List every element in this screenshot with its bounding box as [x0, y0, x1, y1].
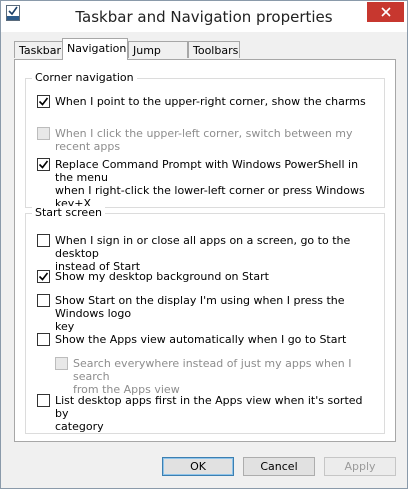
- checkbox-switch-recent-apps: [37, 127, 50, 140]
- tab-navigation[interactable]: Navigation: [62, 38, 128, 60]
- checkbox-search-everywhere: [55, 357, 68, 370]
- option-label: Show my desktop background on Start: [55, 270, 269, 283]
- option-label: When I point to the upper-right corner, …: [55, 95, 366, 108]
- checkbox-show-charms[interactable]: [37, 95, 50, 108]
- checkbox-desktop-background[interactable]: [37, 270, 50, 283]
- window-title: Taskbar and Navigation properties: [75, 8, 333, 26]
- corner-navigation-group: Corner navigation When I point to the up…: [25, 71, 385, 210]
- close-button[interactable]: [367, 2, 404, 22]
- start-screen-title: Start screen: [32, 206, 105, 219]
- option-label-line: Replace Command Prompt with Windows Powe…: [55, 158, 359, 184]
- checkbox-desktop-apps-first[interactable]: [37, 394, 50, 407]
- option-label-line: When I sign in or close all apps on a sc…: [55, 234, 351, 260]
- option-label-line: key: [55, 320, 75, 333]
- option-label: When I click the upper-left corner, swit…: [55, 127, 353, 153]
- tab-toolbars[interactable]: Toolbars: [188, 41, 240, 58]
- option-show-charms[interactable]: When I point to the upper-right corner, …: [37, 95, 377, 109]
- option-start-on-display[interactable]: Show Start on the display I'm using when…: [37, 294, 377, 333]
- title-bar: Taskbar and Navigation properties: [1, 1, 407, 32]
- option-label: Show the Apps view automatically when I …: [55, 333, 347, 346]
- option-label: Search everywhere instead of just my app…: [73, 357, 377, 396]
- checkbox-go-to-desktop[interactable]: [37, 234, 50, 247]
- option-search-everywhere: Search everywhere instead of just my app…: [55, 357, 377, 396]
- checkmark-icon: [38, 272, 49, 281]
- option-label-line: List desktop apps first in the Apps view…: [55, 394, 363, 420]
- option-desktop-background[interactable]: Show my desktop background on Start: [37, 270, 377, 284]
- option-label-line: Show Start on the display I'm using when…: [55, 294, 345, 320]
- option-apps-view-automatically[interactable]: Show the Apps view automatically when I …: [37, 333, 377, 347]
- option-label: List desktop apps first in the Apps view…: [55, 394, 377, 433]
- properties-window: Taskbar and Navigation properties Taskba…: [0, 0, 408, 489]
- option-go-to-desktop[interactable]: When I sign in or close all apps on a sc…: [37, 234, 377, 273]
- option-desktop-apps-first[interactable]: List desktop apps first in the Apps view…: [37, 394, 377, 433]
- navigation-tab-panel: Corner navigation When I point to the up…: [14, 59, 396, 442]
- option-label-line: category: [55, 420, 104, 433]
- option-label: When I sign in or close all apps on a sc…: [55, 234, 377, 273]
- close-icon: [380, 7, 391, 17]
- ok-button[interactable]: OK: [162, 457, 234, 476]
- option-label: Replace Command Prompt with Windows Powe…: [55, 158, 377, 210]
- checkbox-start-on-display[interactable]: [37, 294, 50, 307]
- cancel-button[interactable]: Cancel: [243, 457, 315, 476]
- option-label: Show Start on the display I'm using when…: [55, 294, 377, 333]
- option-switch-recent-apps: When I click the upper-left corner, swit…: [37, 127, 377, 153]
- checkbox-replace-with-powershell[interactable]: [37, 158, 50, 171]
- option-label-line: Search everywhere instead of just my app…: [73, 357, 352, 383]
- corner-navigation-title: Corner navigation: [32, 71, 137, 84]
- checkbox-apps-view-automatically[interactable]: [37, 333, 50, 346]
- tab-taskbar[interactable]: Taskbar: [14, 41, 63, 58]
- start-screen-group: Start screen When I sign in or close all…: [25, 206, 385, 434]
- apply-button: Apply: [324, 457, 396, 476]
- checkmark-icon: [38, 160, 49, 169]
- option-replace-with-powershell[interactable]: Replace Command Prompt with Windows Powe…: [37, 158, 377, 210]
- tab-jump-lists[interactable]: Jump Lists: [128, 41, 188, 72]
- checkmark-icon: [38, 97, 49, 106]
